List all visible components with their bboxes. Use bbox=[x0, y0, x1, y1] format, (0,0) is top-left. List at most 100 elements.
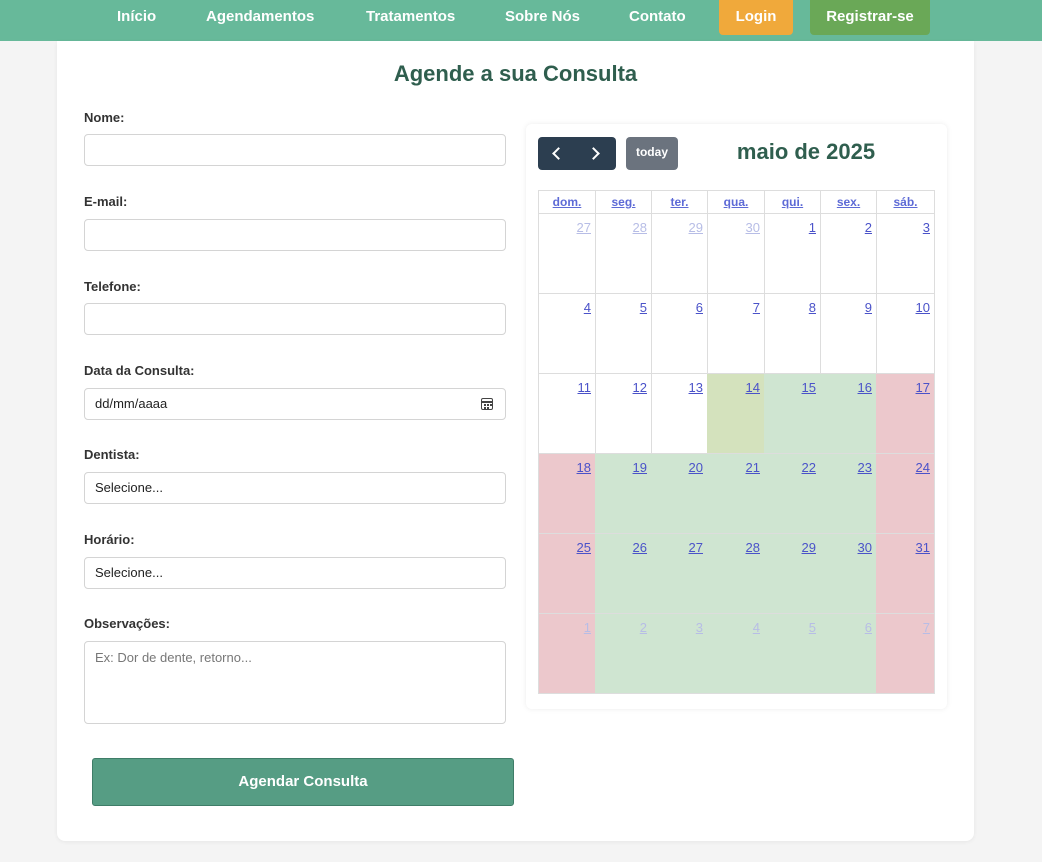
day-number[interactable]: 8 bbox=[809, 300, 816, 315]
nav-link-contato[interactable]: Contato bbox=[629, 0, 686, 33]
calendar-day[interactable]: 29 bbox=[764, 534, 821, 614]
day-number[interactable]: 2 bbox=[640, 620, 647, 635]
day-number[interactable]: 31 bbox=[916, 540, 930, 555]
calendar-day[interactable]: 1 bbox=[764, 214, 821, 294]
calendar-day[interactable]: 6 bbox=[651, 294, 708, 374]
schedule-appointment-button[interactable]: Agendar Consulta bbox=[92, 758, 514, 806]
day-number[interactable]: 9 bbox=[865, 300, 872, 315]
day-number[interactable]: 21 bbox=[746, 460, 760, 475]
day-number[interactable]: 26 bbox=[633, 540, 647, 555]
day-number[interactable]: 3 bbox=[923, 220, 930, 235]
calendar-day[interactable]: 13 bbox=[651, 374, 708, 454]
calendar-day[interactable]: 7 bbox=[707, 294, 765, 374]
prev-month-button[interactable] bbox=[538, 137, 577, 170]
day-number[interactable]: 5 bbox=[640, 300, 647, 315]
calendar-day[interactable]: 2 bbox=[820, 214, 877, 294]
calendar-day[interactable]: 1 bbox=[538, 614, 596, 694]
calendar-day[interactable]: 18 bbox=[538, 454, 596, 534]
nav-link-inicio[interactable]: Início bbox=[117, 0, 156, 33]
calendar-day[interactable]: 8 bbox=[764, 294, 821, 374]
day-number[interactable]: 24 bbox=[916, 460, 930, 475]
day-number[interactable]: 27 bbox=[689, 540, 703, 555]
day-number[interactable]: 1 bbox=[809, 220, 816, 235]
day-number[interactable]: 23 bbox=[858, 460, 872, 475]
day-number[interactable]: 11 bbox=[578, 380, 592, 395]
calendar-day[interactable]: 27 bbox=[538, 214, 596, 294]
calendar-day[interactable]: 24 bbox=[876, 454, 935, 534]
calendar-day[interactable]: 17 bbox=[876, 374, 935, 454]
day-number[interactable]: 18 bbox=[577, 460, 591, 475]
calendar-day[interactable]: 12 bbox=[595, 374, 652, 454]
nav-link-sobre-nos[interactable]: Sobre Nós bbox=[505, 0, 580, 33]
dentist-select[interactable]: Selecione... bbox=[84, 472, 506, 504]
calendar-day[interactable]: 25 bbox=[538, 534, 596, 614]
weekday-header[interactable]: qua. bbox=[707, 190, 765, 214]
day-number[interactable]: 4 bbox=[753, 620, 760, 635]
calendar-day[interactable]: 29 bbox=[651, 214, 708, 294]
day-number[interactable]: 17 bbox=[916, 380, 930, 395]
day-number[interactable]: 12 bbox=[633, 380, 647, 395]
weekday-header[interactable]: qui. bbox=[764, 190, 821, 214]
next-month-button[interactable] bbox=[577, 137, 616, 170]
weekday-header[interactable]: seg. bbox=[595, 190, 652, 214]
calendar-day[interactable]: 7 bbox=[876, 614, 935, 694]
day-number[interactable]: 20 bbox=[689, 460, 703, 475]
register-button[interactable]: Registrar-se bbox=[810, 0, 930, 35]
day-number[interactable]: 3 bbox=[696, 620, 703, 635]
day-number[interactable]: 2 bbox=[865, 220, 872, 235]
calendar-day[interactable]: 14 bbox=[707, 374, 765, 454]
weekday-header[interactable]: sáb. bbox=[876, 190, 935, 214]
day-number[interactable]: 7 bbox=[923, 620, 930, 635]
day-number[interactable]: 10 bbox=[916, 300, 930, 315]
calendar-day[interactable]: 3 bbox=[651, 614, 708, 694]
calendar-day[interactable]: 28 bbox=[707, 534, 765, 614]
phone-input[interactable] bbox=[84, 303, 506, 335]
calendar-day[interactable]: 27 bbox=[651, 534, 708, 614]
day-number[interactable]: 27 bbox=[577, 220, 591, 235]
day-number[interactable]: 7 bbox=[753, 300, 760, 315]
calendar-day[interactable]: 5 bbox=[595, 294, 652, 374]
day-number[interactable]: 4 bbox=[584, 300, 591, 315]
calendar-day[interactable]: 21 bbox=[707, 454, 765, 534]
date-input[interactable]: dd/mm/aaaa bbox=[84, 388, 506, 420]
notes-textarea[interactable] bbox=[84, 641, 506, 724]
day-number[interactable]: 16 bbox=[858, 380, 872, 395]
calendar-day[interactable]: 30 bbox=[707, 214, 765, 294]
day-number[interactable]: 6 bbox=[696, 300, 703, 315]
day-number[interactable]: 1 bbox=[584, 620, 591, 635]
day-number[interactable]: 13 bbox=[689, 380, 703, 395]
day-number[interactable]: 30 bbox=[746, 220, 760, 235]
calendar-day[interactable]: 26 bbox=[595, 534, 652, 614]
calendar-icon[interactable] bbox=[481, 398, 493, 410]
today-button[interactable]: today bbox=[626, 137, 678, 170]
calendar-day[interactable]: 16 bbox=[820, 374, 877, 454]
calendar-day[interactable]: 4 bbox=[707, 614, 765, 694]
day-number[interactable]: 22 bbox=[802, 460, 816, 475]
day-number[interactable]: 29 bbox=[689, 220, 703, 235]
calendar-day[interactable]: 2 bbox=[595, 614, 652, 694]
calendar-day[interactable]: 23 bbox=[820, 454, 877, 534]
calendar-day[interactable]: 15 bbox=[764, 374, 821, 454]
day-number[interactable]: 15 bbox=[802, 380, 816, 395]
calendar-day[interactable]: 11 bbox=[538, 374, 596, 454]
nav-link-agendamentos[interactable]: Agendamentos bbox=[206, 0, 314, 33]
day-number[interactable]: 6 bbox=[865, 620, 872, 635]
day-number[interactable]: 28 bbox=[746, 540, 760, 555]
nav-link-tratamentos[interactable]: Tratamentos bbox=[366, 0, 455, 33]
day-number[interactable]: 19 bbox=[633, 460, 647, 475]
calendar-day[interactable]: 20 bbox=[651, 454, 708, 534]
weekday-header[interactable]: dom. bbox=[538, 190, 596, 214]
name-input[interactable] bbox=[84, 134, 506, 166]
calendar-day[interactable]: 3 bbox=[876, 214, 935, 294]
calendar-day[interactable]: 4 bbox=[538, 294, 596, 374]
weekday-header[interactable]: ter. bbox=[651, 190, 708, 214]
day-number[interactable]: 5 bbox=[809, 620, 816, 635]
calendar-day[interactable]: 10 bbox=[876, 294, 935, 374]
email-input[interactable] bbox=[84, 219, 506, 251]
time-select[interactable]: Selecione... bbox=[84, 557, 506, 589]
day-number[interactable]: 30 bbox=[858, 540, 872, 555]
day-number[interactable]: 14 bbox=[746, 380, 760, 395]
calendar-day[interactable]: 9 bbox=[820, 294, 877, 374]
calendar-day[interactable]: 30 bbox=[820, 534, 877, 614]
day-number[interactable]: 28 bbox=[633, 220, 647, 235]
